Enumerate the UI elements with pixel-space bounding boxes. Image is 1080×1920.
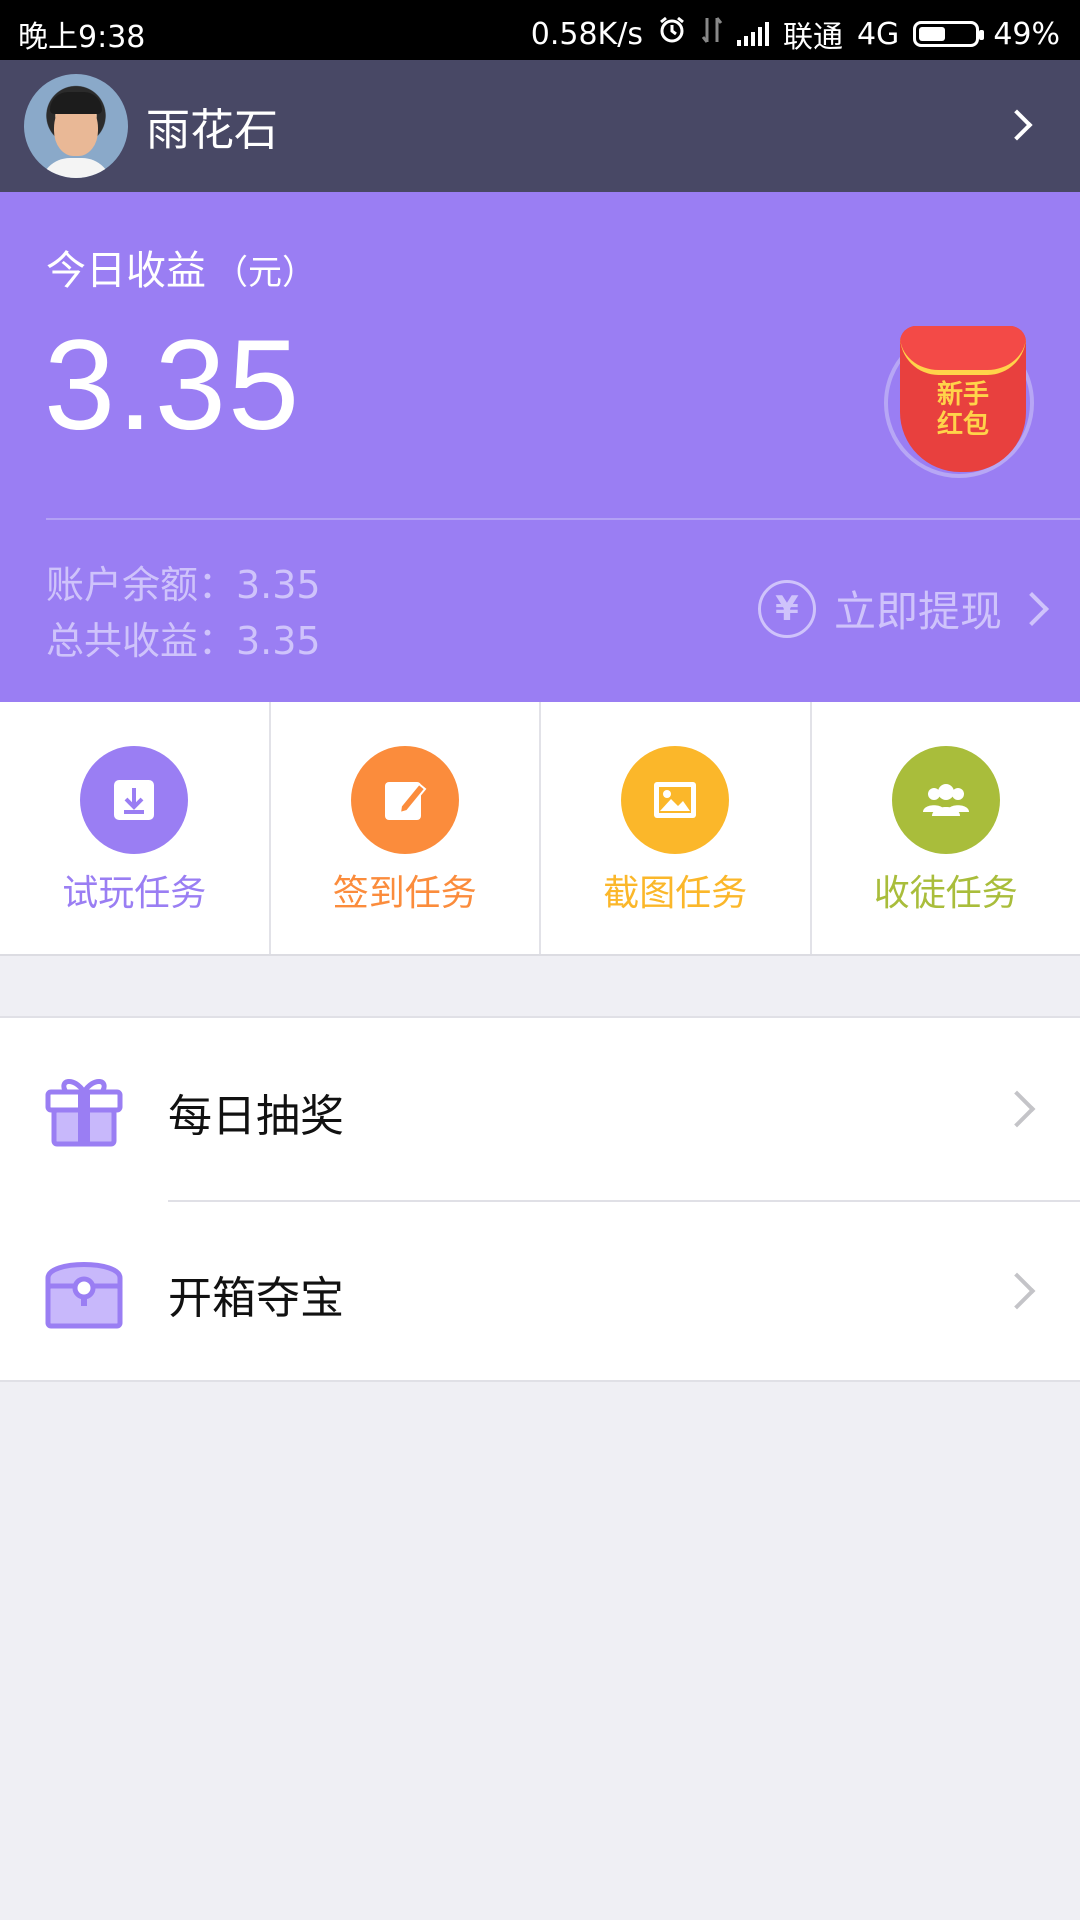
alarm-icon — [657, 15, 687, 53]
account-balance: 账户余额：3.35 — [46, 563, 321, 607]
today-earnings-title: 今日收益 — [46, 248, 206, 294]
today-earnings-unit: （元） — [214, 253, 316, 293]
task-screenshot[interactable]: 截图任务 — [541, 702, 812, 954]
task-trial-play[interactable]: 试玩任务 — [0, 702, 271, 954]
red-packet-text-line2: 红包 — [936, 410, 989, 440]
menu-item-label: 开箱夺宝 — [168, 1273, 344, 1324]
chevron-right-icon — [998, 1090, 1036, 1128]
withdraw-label: 立即提现 — [833, 587, 1002, 636]
red-packet-icon: 新手 红包 — [900, 326, 1026, 472]
treasure-chest-icon — [45, 1262, 123, 1329]
avatar[interactable] — [24, 74, 128, 178]
status-battery-percent: 49% — [993, 16, 1060, 52]
status-right-group: 0.58K/s 联通 4G 49% — [531, 12, 1060, 56]
battery-fill — [919, 27, 946, 41]
red-packet-text-line1: 新手 — [936, 380, 989, 410]
total-earnings: 总共收益：3.35 — [46, 619, 321, 663]
chevron-right-icon[interactable] — [1001, 109, 1033, 141]
task-label: 收徒任务 — [873, 873, 1018, 914]
task-label: 签到任务 — [332, 873, 477, 914]
status-carrier: 联通 — [782, 20, 843, 55]
avatar-shirt — [40, 158, 112, 178]
red-packet-flap — [900, 326, 1026, 375]
download-icon — [80, 746, 189, 854]
today-earnings-amount: 3.35 — [44, 314, 302, 457]
menu-item-daily-lottery[interactable]: 每日抽奖 — [0, 1018, 1080, 1202]
task-label: 截图任务 — [603, 873, 748, 914]
battery-icon — [913, 21, 985, 47]
status-network-type: 4G — [856, 16, 900, 52]
gift-icon — [45, 1079, 123, 1147]
avatar-hair — [50, 92, 102, 114]
withdraw-button[interactable]: ¥ 立即提现 — [757, 578, 1049, 639]
earnings-panel: 今日收益 （元） 3.35 新手 红包 账户余额：3.35 总共收益：3.35 ¥… — [0, 192, 1080, 702]
today-earnings-label: 今日收益 （元） — [46, 238, 316, 296]
data-transfer-icon — [701, 16, 723, 52]
group-icon — [891, 746, 1000, 854]
chevron-right-icon — [998, 1272, 1036, 1310]
task-grid: 试玩任务 签到任务 截图任务 收徒任务 — [0, 702, 1080, 956]
menu-item-label: 每日抽奖 — [168, 1091, 344, 1142]
task-recruit[interactable]: 收徒任务 — [812, 702, 1080, 954]
username: 雨花石 — [146, 105, 278, 156]
status-time: 晚上9:38 — [18, 20, 146, 55]
signal-strength-icon — [736, 22, 769, 46]
task-label: 试玩任务 — [62, 873, 207, 914]
red-packet-text: 新手 红包 — [900, 380, 1026, 440]
profile-header[interactable]: 雨花石 — [0, 60, 1080, 192]
newbie-red-packet-button[interactable]: 新手 红包 — [884, 326, 1034, 478]
earnings-divider — [46, 518, 1080, 520]
task-check-in[interactable]: 签到任务 — [271, 702, 541, 954]
pencil-note-icon — [350, 746, 459, 854]
status-net-speed: 0.58K/s — [530, 16, 643, 52]
status-bar: 晚上9:38 0.58K/s 联通 4G 49% — [0, 0, 1080, 60]
menu-item-open-box[interactable]: 开箱夺宝 — [0, 1200, 1080, 1382]
chevron-right-icon — [1015, 591, 1049, 626]
yen-icon: ¥ — [757, 579, 816, 638]
image-icon — [621, 746, 730, 854]
menu-list: 每日抽奖 开箱夺宝 — [0, 1016, 1080, 1382]
